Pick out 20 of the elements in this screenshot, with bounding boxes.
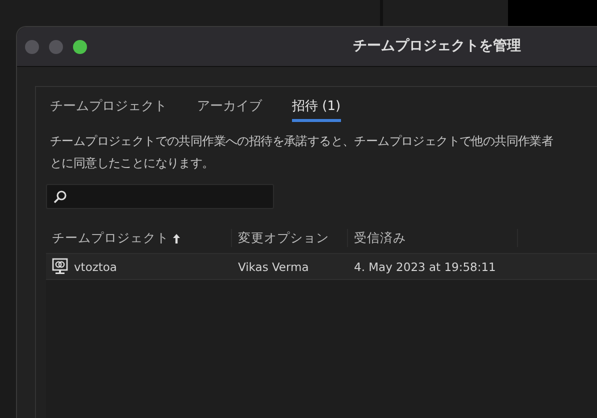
table-cell: 4. May 2023 at 19:58:11 xyxy=(354,260,496,274)
minimize-button[interactable] xyxy=(49,40,63,54)
table-cell: vtoztoa xyxy=(74,260,117,274)
close-button[interactable] xyxy=(25,40,39,54)
monitor-icon xyxy=(52,258,68,275)
column-header[interactable]: 変更オプション xyxy=(238,230,329,246)
window-title: チームプロジェクトを管理 xyxy=(353,37,521,55)
sort-arrow-icon xyxy=(172,232,181,244)
tab[interactable]: アーカイブ xyxy=(197,97,262,122)
search-icon xyxy=(53,190,67,204)
tab[interactable]: チームプロジェクト xyxy=(50,97,167,122)
zoom-button[interactable] xyxy=(73,40,87,54)
tab[interactable]: 招待 (1) xyxy=(292,97,341,122)
search-field[interactable] xyxy=(46,184,274,209)
column-header[interactable]: チームプロジェクト xyxy=(52,230,169,246)
description-line: とに同意したことになります。 xyxy=(50,156,215,172)
column-header[interactable]: 受信済み xyxy=(354,230,406,246)
table-row[interactable]: vtoztoa Vikas Verma 4. May 2023 at 19:58:11 xyxy=(46,254,597,280)
table-cell: Vikas Verma xyxy=(238,260,309,274)
description-line: チームプロジェクトでの共同作業への招待を承諾すると、チームプロジェクトで他の共同作業者 xyxy=(50,134,554,150)
